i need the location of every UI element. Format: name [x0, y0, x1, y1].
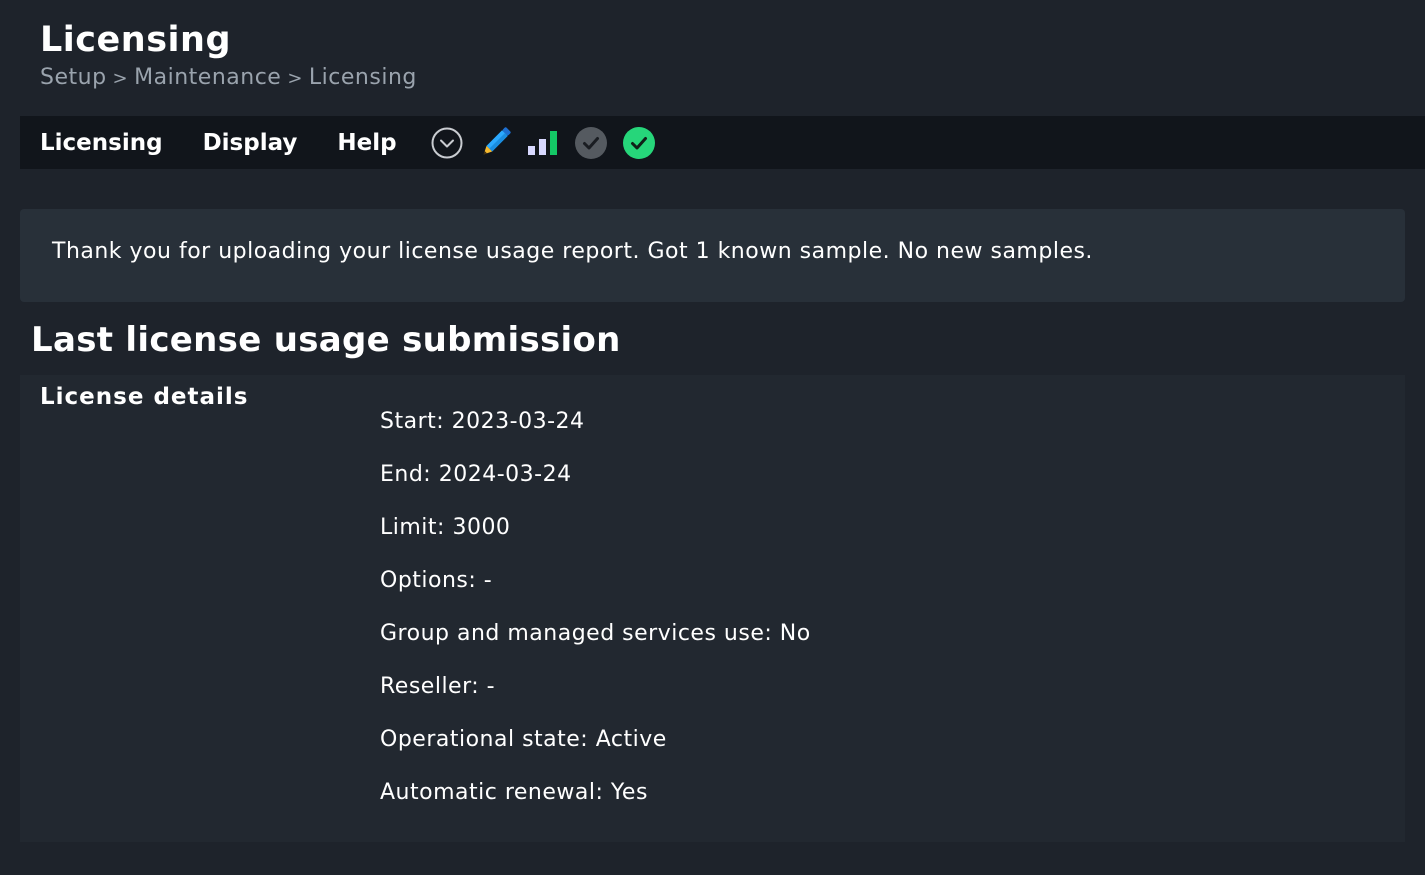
breadcrumb-separator: >: [287, 68, 303, 89]
success-message-text: Thank you for uploading your license usa…: [52, 239, 1093, 264]
breadcrumb-setup[interactable]: Setup: [40, 65, 107, 90]
detail-automatic-renewal: Automatic renewal: Yes: [380, 780, 648, 805]
detail-group-managed-services: Group and managed services use: No: [380, 621, 811, 646]
chevron-down-circle-icon[interactable]: [430, 126, 464, 160]
detail-options: Options: -: [380, 568, 493, 593]
detail-operational-state: Operational state: Active: [380, 727, 667, 752]
success-message: Thank you for uploading your license usa…: [20, 209, 1405, 302]
license-details-label: License details: [40, 384, 249, 410]
menu-help[interactable]: Help: [337, 130, 396, 156]
license-details-box: License details Start: 2023-03-24 End: 2…: [20, 375, 1405, 842]
pencil-icon[interactable]: [478, 126, 512, 160]
menu-bar: Licensing Display Help: [20, 116, 1425, 169]
breadcrumb-licensing[interactable]: Licensing: [309, 65, 417, 90]
detail-start: Start: 2023-03-24: [380, 409, 585, 434]
bar-chart-icon[interactable]: [526, 126, 560, 160]
detail-end: End: 2024-03-24: [380, 462, 572, 487]
license-details-list: Start: 2023-03-24 End: 2024-03-24 Limit:…: [380, 407, 811, 831]
menu-licensing[interactable]: Licensing: [40, 130, 163, 156]
breadcrumb-maintenance[interactable]: Maintenance: [134, 65, 281, 90]
detail-reseller: Reseller: -: [380, 674, 496, 699]
check-circle-green-icon[interactable]: [622, 126, 656, 160]
breadcrumb: Setup > Maintenance > Licensing: [40, 65, 417, 90]
check-circle-gray-icon[interactable]: [574, 126, 608, 160]
menu-display[interactable]: Display: [203, 130, 298, 156]
detail-limit: Limit: 3000: [380, 515, 511, 540]
breadcrumb-separator: >: [112, 68, 129, 89]
page: Licensing Setup > Maintenance > Licensing Li…: [0, 0, 1425, 875]
section-heading: Last license usage submission: [31, 320, 621, 360]
page-title: Licensing: [40, 20, 232, 60]
